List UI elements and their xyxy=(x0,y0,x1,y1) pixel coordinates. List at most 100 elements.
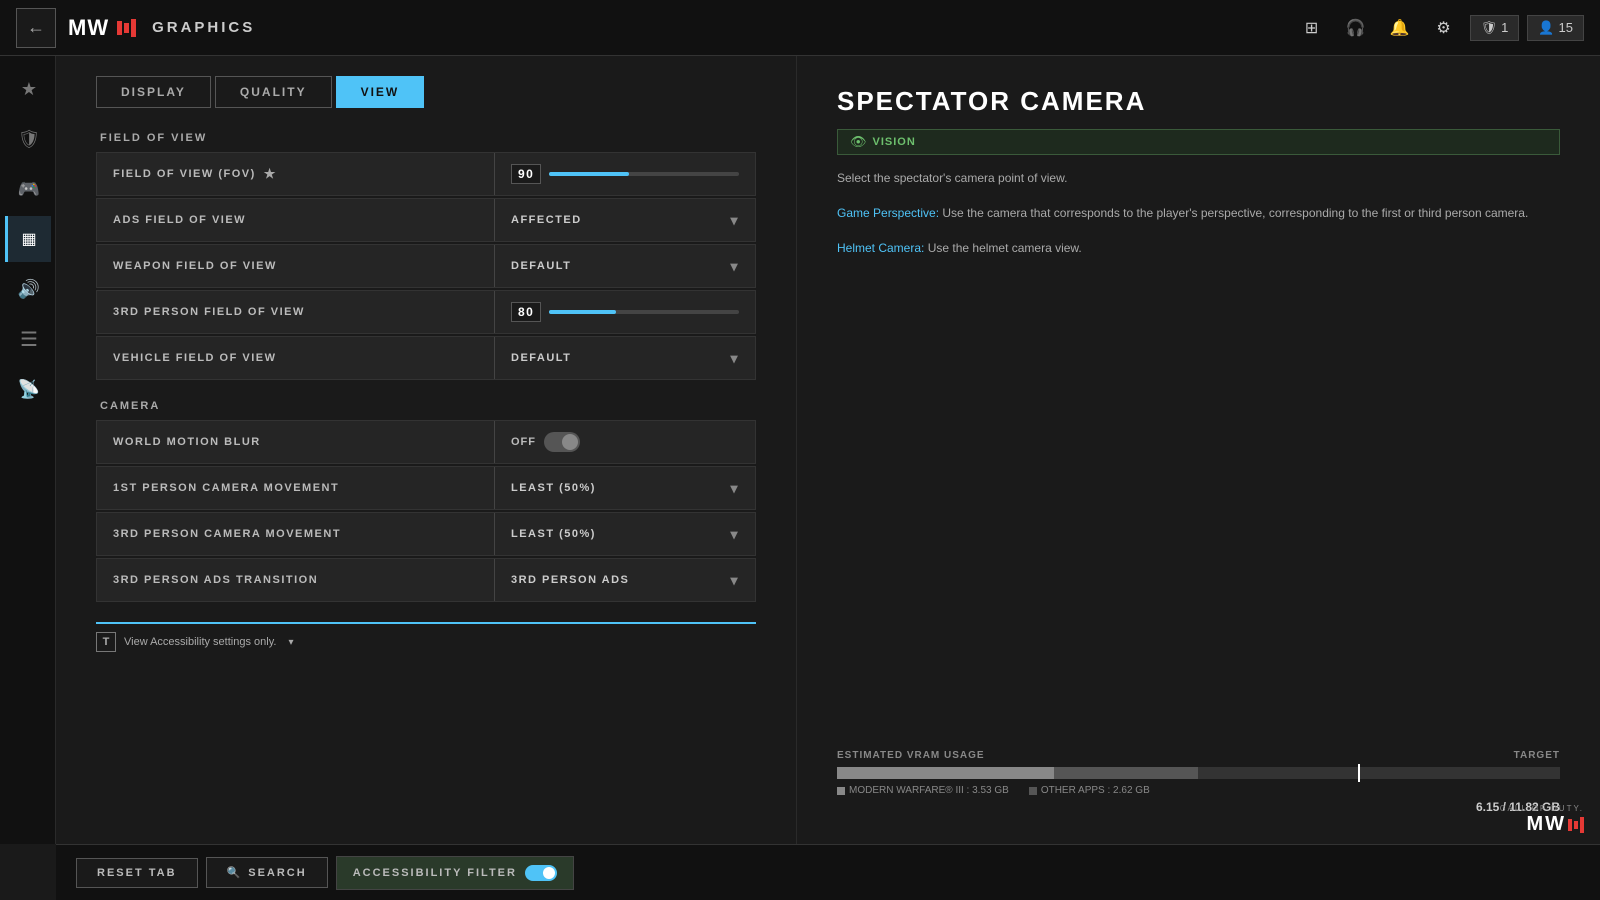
fov-label-text: FIELD OF VIEW (FOV) xyxy=(113,168,256,180)
sidebar-item-audio[interactable]: 🔊 xyxy=(5,266,51,312)
weapon-fov-chevron: ▾ xyxy=(730,258,739,275)
sidebar-item-account[interactable]: 📡 xyxy=(5,366,51,412)
fov-slider-container: 90 xyxy=(511,164,739,184)
vehicle-fov-label: VEHICLE FIELD OF VIEW xyxy=(97,352,494,364)
topbar-right-icons: ⊞ 🎧 🔔 ⚙ 🛡 1 👤 15 xyxy=(1294,10,1584,46)
logo-bar-2 xyxy=(124,23,129,33)
back-button[interactable]: ← xyxy=(16,8,56,48)
tab-display[interactable]: DISPLAY xyxy=(96,76,211,108)
search-icon: 🔍 xyxy=(227,866,243,879)
cod-logo-text: CALL OF DUTY. xyxy=(1500,804,1584,813)
vram-target-label: TARGET xyxy=(1514,750,1560,761)
camera-section-header: CAMERA xyxy=(96,400,756,412)
left-panel: DISPLAY QUALITY VIEW FIELD OF VIEW FIELD… xyxy=(56,56,796,844)
eye-icon: 👁 xyxy=(850,134,867,150)
graphics-icon: ▦ xyxy=(21,229,36,249)
vram-other-dot xyxy=(1029,787,1037,795)
setting-3rd-ads[interactable]: 3RD PERSON ADS TRANSITION 3RD PERSON ADS… xyxy=(96,558,756,602)
filter-toggle[interactable] xyxy=(525,865,557,881)
helmet-text: Use the helmet camera view. xyxy=(928,241,1082,255)
vram-mw-dot xyxy=(837,787,845,795)
reset-tab-button[interactable]: RESET TAB xyxy=(76,858,198,888)
3rd-ads-label: 3RD PERSON ADS TRANSITION xyxy=(97,574,494,586)
world-motion-blur-label: WORLD MOTION BLUR xyxy=(97,436,494,448)
game-perspective-label: Game Perspective: xyxy=(837,206,939,220)
vram-mw-fill xyxy=(837,767,1054,779)
logo-mw-text: MW xyxy=(68,15,109,41)
vram-other-label: OTHER APPS : 2.62 GB xyxy=(1029,785,1150,796)
setting-world-motion-blur[interactable]: WORLD MOTION BLUR OFF xyxy=(96,420,756,464)
setting-3rd-fov[interactable]: 3RD PERSON FIELD OF VIEW 80 xyxy=(96,290,756,334)
vram-mw-label: MODERN WARFARE® III : 3.53 GB xyxy=(837,785,1009,796)
sidebar-item-favorites[interactable]: ★ xyxy=(5,66,51,112)
vram-section: ESTIMATED VRAM USAGE TARGET MODERN WARFA… xyxy=(837,730,1560,814)
cod-brand: MW xyxy=(1526,813,1584,836)
player-count: 15 xyxy=(1559,20,1573,35)
bell-icon[interactable]: 🔔 xyxy=(1382,10,1418,46)
vram-header: ESTIMATED VRAM USAGE TARGET xyxy=(837,750,1560,761)
sidebar: ★ 🛡 🎮 ▦ 🔊 ☰ 📡 xyxy=(0,56,56,844)
search-label: SEARCH xyxy=(248,867,306,879)
headphones-icon[interactable]: 🎧 xyxy=(1338,10,1374,46)
sidebar-item-controller[interactable]: 🎮 xyxy=(5,166,51,212)
3rd-fov-slider-bar[interactable] xyxy=(549,310,739,314)
wmb-toggle-label: OFF xyxy=(511,436,536,448)
cod-bars xyxy=(1568,817,1584,833)
fov-slider-fill xyxy=(549,172,629,176)
fov-label: FIELD OF VIEW (FOV) ★ xyxy=(97,166,494,182)
sidebar-item-graphics[interactable]: ▦ xyxy=(5,216,51,262)
cod-bar-1 xyxy=(1568,819,1572,831)
vram-header-label: ESTIMATED VRAM USAGE xyxy=(837,750,985,761)
accessibility-filter-button[interactable]: ACCESSIBILITY FILTER xyxy=(336,856,574,890)
3rd-fov-slider-container: 80 xyxy=(511,302,739,322)
vehicle-fov-chevron: ▾ xyxy=(730,350,739,367)
fov-star-icon[interactable]: ★ xyxy=(264,166,277,182)
vision-label: VISION xyxy=(873,136,916,148)
setting-3rd-camera[interactable]: 3RD PERSON CAMERA MOVEMENT LEAST (50%) ▾ xyxy=(96,512,756,556)
cod-bar-2 xyxy=(1574,821,1578,829)
helmet-label: Helmet Camera: xyxy=(837,241,924,255)
fov-slider-bar[interactable] xyxy=(549,172,739,176)
sidebar-item-interface[interactable]: ☰ xyxy=(5,316,51,362)
filter-toggle-thumb xyxy=(543,867,555,879)
shield-icon: 🛡 xyxy=(1481,20,1498,36)
wifi-icon: 📡 xyxy=(18,379,40,400)
search-button[interactable]: 🔍 SEARCH xyxy=(206,857,328,888)
gear-icon[interactable]: ⚙ xyxy=(1426,10,1462,46)
tab-view[interactable]: VIEW xyxy=(336,76,425,108)
logo-bar-3 xyxy=(131,19,136,37)
setting-ads-fov[interactable]: ADS FIELD OF VIEW AFFECTED ▾ xyxy=(96,198,756,242)
gamepad-icon: 🎮 xyxy=(18,179,40,200)
wmb-toggle[interactable] xyxy=(544,432,580,452)
tab-quality[interactable]: QUALITY xyxy=(215,76,332,108)
sidebar-item-operators[interactable]: 🛡 xyxy=(5,116,51,162)
setting-vehicle-fov[interactable]: VEHICLE FIELD OF VIEW DEFAULT ▾ xyxy=(96,336,756,380)
ads-fov-label: ADS FIELD OF VIEW xyxy=(97,214,494,226)
1st-camera-label: 1ST PERSON CAMERA MOVEMENT xyxy=(97,482,494,494)
vehicle-fov-value: DEFAULT ▾ xyxy=(495,350,755,367)
accessibility-t-icon: T xyxy=(96,632,116,652)
wmb-toggle-thumb xyxy=(562,434,578,450)
setting-weapon-fov[interactable]: WEAPON FIELD OF VIEW DEFAULT ▾ xyxy=(96,244,756,288)
logo-bar-1 xyxy=(117,21,122,35)
setting-1st-camera[interactable]: 1ST PERSON CAMERA MOVEMENT LEAST (50%) ▾ xyxy=(96,466,756,510)
accessibility-chevron: ▾ xyxy=(288,637,293,648)
back-icon: ← xyxy=(27,17,45,38)
person-icon: 👤 xyxy=(1538,20,1554,36)
ads-fov-chevron: ▾ xyxy=(730,212,739,229)
ads-fov-value: AFFECTED ▾ xyxy=(495,212,755,229)
grid-icon[interactable]: ⊞ xyxy=(1294,10,1330,46)
camera-section: CAMERA WORLD MOTION BLUR OFF 1ST PERSON … xyxy=(96,400,756,602)
bottombar: RESET TAB 🔍 SEARCH ACCESSIBILITY FILTER xyxy=(56,844,1600,900)
vram-total: 6.15 / 11.82 GB xyxy=(837,800,1560,814)
1st-camera-chevron: ▾ xyxy=(730,480,739,497)
logo: MW xyxy=(68,15,136,41)
audio-icon: 🔊 xyxy=(18,279,40,300)
fov-value: 90 xyxy=(495,164,755,184)
3rd-fov-slider-value: 80 xyxy=(511,302,541,322)
setting-fov[interactable]: FIELD OF VIEW (FOV) ★ 90 xyxy=(96,152,756,196)
vram-target-line xyxy=(1358,764,1360,782)
logo-bars xyxy=(117,19,136,37)
rank-badge: 🛡 1 xyxy=(1470,15,1520,41)
star-icon: ★ xyxy=(21,79,37,100)
